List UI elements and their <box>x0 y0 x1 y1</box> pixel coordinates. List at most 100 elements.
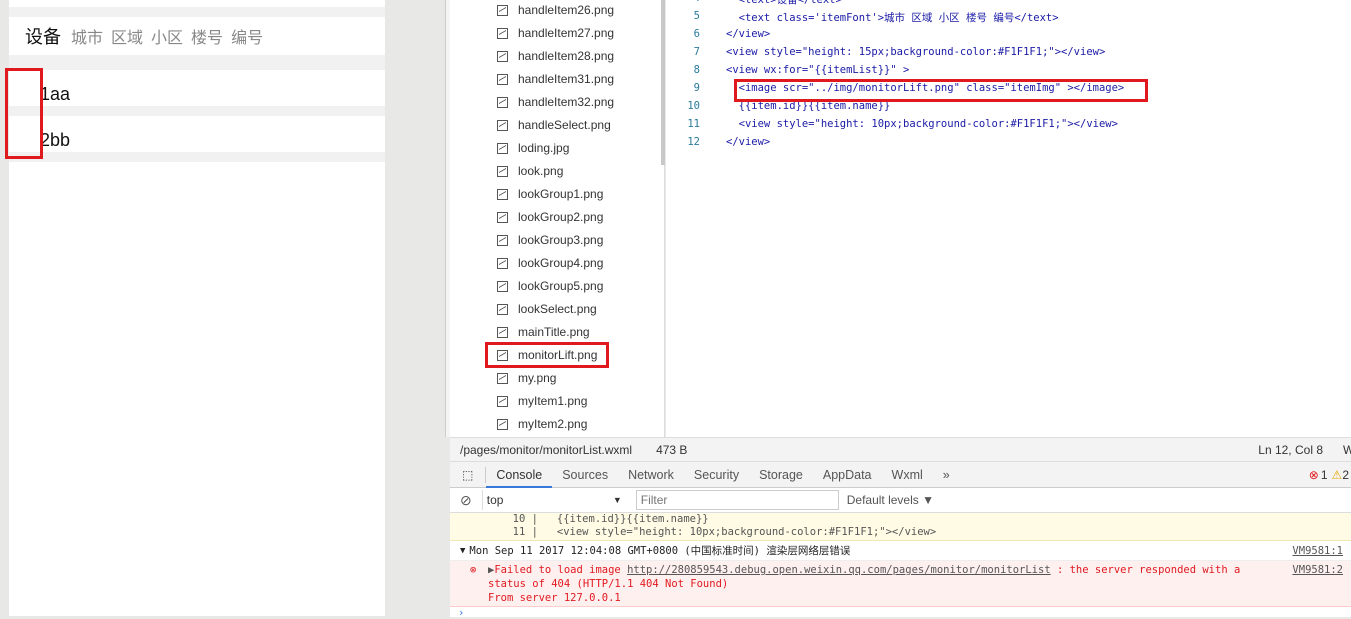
log-group[interactable]: ▼ Mon Sep 11 2017 12:04:08 GMT+0800 (中国标准… <box>450 541 1351 561</box>
file-item[interactable]: handleItem26.png <box>497 0 614 20</box>
file-item[interactable]: handleItem32.png <box>497 92 614 112</box>
error-count[interactable]: 1 <box>1321 468 1328 482</box>
chevron-down-icon: ▼ <box>612 495 622 505</box>
image-file-icon <box>497 280 508 292</box>
tab-wxml[interactable]: Wxml <box>882 462 933 488</box>
file-name: handleItem28.png <box>518 49 615 63</box>
line-number: 9 <box>693 82 700 94</box>
divider <box>9 152 385 162</box>
file-item[interactable]: handleItem28.png <box>497 46 614 66</box>
tab-appdata[interactable]: AppData <box>813 462 882 488</box>
file-name: myItem1.png <box>518 394 588 408</box>
file-size: 473 B <box>656 442 688 457</box>
file-name: lookGroup5.png <box>518 279 604 293</box>
highlight-box <box>734 79 1148 102</box>
file-name: look.png <box>518 164 564 178</box>
list-item[interactable]: 2bb <box>40 130 70 151</box>
file-item[interactable]: handleSelect.png <box>497 115 611 135</box>
image-file-icon <box>497 234 508 246</box>
header-subtitle: 编号 <box>231 30 264 47</box>
line-number: 7 <box>693 46 700 58</box>
line-number: 6 <box>693 28 700 40</box>
error-text: Failed to load image <box>494 564 628 576</box>
image-file-icon <box>497 188 508 200</box>
tab-security[interactable]: Security <box>684 462 749 488</box>
line-number: 11 <box>687 118 700 130</box>
levels-value: Default levels <box>846 493 919 507</box>
file-item[interactable]: lookSelect.png <box>497 299 597 319</box>
warning-count[interactable]: 2 <box>1342 468 1349 482</box>
line-number: 5 <box>693 10 700 22</box>
image-file-icon <box>497 165 508 177</box>
divider <box>9 106 385 116</box>
inspect-icon[interactable]: ⬚ <box>450 466 487 483</box>
file-item[interactable]: look.png <box>497 161 563 181</box>
file-name: handleItem31.png <box>518 72 615 86</box>
file-item[interactable]: mainTitle.png <box>497 322 590 342</box>
highlight-box <box>485 342 609 368</box>
status-extra: W <box>1343 442 1351 457</box>
code-line: <text class='itemFont'>城市 区域 小区 楼号 编号</t… <box>726 12 1059 24</box>
file-item[interactable]: loding.jpg <box>497 138 569 158</box>
image-file-icon <box>497 27 508 39</box>
image-file-icon <box>497 96 508 108</box>
tree-scrollbar[interactable] <box>661 0 665 165</box>
file-item[interactable]: lookGroup5.png <box>497 276 603 296</box>
image-file-icon <box>497 142 508 154</box>
log-header: Mon Sep 11 2017 12:04:08 GMT+0800 (中国标准时… <box>469 545 851 557</box>
header-subtitle: 小区 <box>151 30 184 47</box>
tab-storage[interactable]: Storage <box>749 462 813 488</box>
snippet-line: 11 | <view style="height: 10px;backgroun… <box>500 526 937 538</box>
divider <box>9 55 385 70</box>
image-file-icon <box>497 326 508 338</box>
image-file-icon <box>497 395 508 407</box>
console-toolbar: ⊘ top ▼ Default levels ▼ <box>450 488 1351 513</box>
code-editor[interactable]: 4 <text>设备</text> 5 <text class='itemFont… <box>666 0 1351 437</box>
file-item[interactable]: myItem2.png <box>497 414 587 434</box>
error-icon: ⊗ <box>470 564 477 576</box>
image-file-icon <box>497 418 508 430</box>
header-subtitle: 城市 <box>71 30 104 47</box>
file-name: mainTitle.png <box>518 325 590 339</box>
line-number: 12 <box>687 136 700 148</box>
more-tabs-button[interactable]: » <box>933 462 960 488</box>
clear-console-icon[interactable]: ⊘ <box>450 492 482 509</box>
code-line: <view wx:for="{{itemList}}" > <box>726 64 910 76</box>
image-file-icon <box>497 211 508 223</box>
error-icon: ⊗ <box>1308 467 1319 482</box>
image-file-icon <box>497 73 508 85</box>
file-name: lookGroup3.png <box>518 233 604 247</box>
file-item[interactable]: handleItem27.png <box>497 23 614 43</box>
file-item[interactable]: myItem1.png <box>497 391 587 411</box>
tab-sources[interactable]: Sources <box>552 462 618 488</box>
filter-input[interactable] <box>635 490 839 510</box>
file-name: lookGroup2.png <box>518 210 604 224</box>
image-file-icon <box>497 303 508 315</box>
file-item[interactable]: lookGroup1.png <box>497 184 603 204</box>
error-text: status of 404 (HTTP/1.1 404 Not Found) <box>488 578 729 590</box>
tab-network[interactable]: Network <box>618 462 684 488</box>
code-line: <view style="height: 10px;background-col… <box>726 118 1118 130</box>
divider <box>9 7 385 17</box>
tab-console[interactable]: Console <box>486 462 553 488</box>
header-subtitle: 楼号 <box>191 30 224 47</box>
file-item[interactable]: handleItem31.png <box>497 69 614 89</box>
error-message: ⊗ ▶Failed to load image http://280859543… <box>450 561 1351 607</box>
file-item[interactable]: my.png <box>497 368 556 388</box>
file-name: handleSelect.png <box>518 118 611 132</box>
line-number: 10 <box>687 100 700 112</box>
file-item[interactable]: lookGroup2.png <box>497 207 603 227</box>
list-item[interactable]: 1aa <box>40 84 70 105</box>
error-source-link[interactable]: VM9581:2 <box>1292 563 1343 577</box>
levels-select[interactable]: Default levels ▼ <box>847 493 934 507</box>
code-line: </view> <box>726 28 771 40</box>
error-url-link[interactable]: http://280859543.debug.open.weixin.qq.co… <box>627 564 1051 576</box>
file-item[interactable]: lookGroup4.png <box>497 253 603 273</box>
file-item[interactable]: lookGroup3.png <box>497 230 603 250</box>
context-select[interactable]: top ▼ <box>481 490 626 510</box>
list-header: 设备 城市 区域 小区 楼号 编号 <box>9 17 385 55</box>
log-source-link[interactable]: VM9581:1 <box>1292 545 1343 557</box>
expand-icon[interactable]: ▼ <box>460 546 465 556</box>
image-file-icon <box>497 372 508 384</box>
file-name: handleItem26.png <box>518 3 615 17</box>
